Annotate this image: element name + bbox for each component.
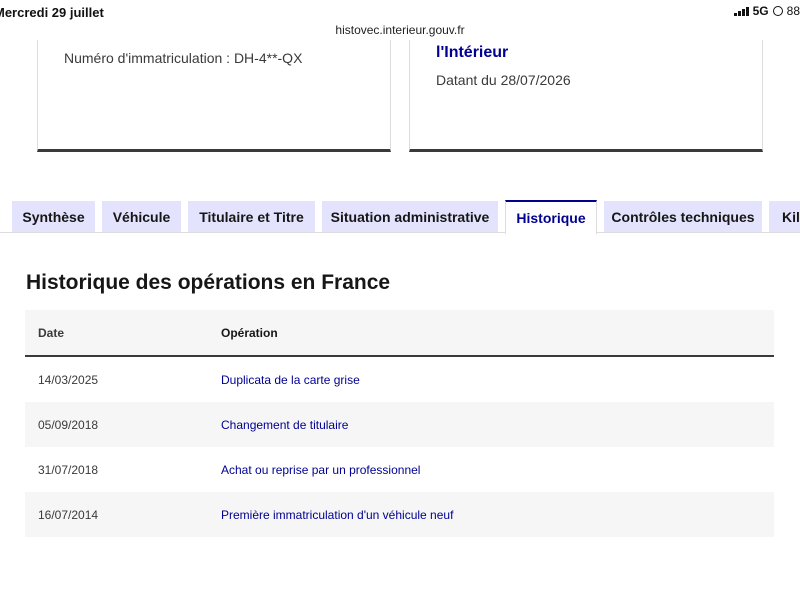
row-operation: Duplicata de la carte grise	[221, 372, 360, 387]
tab-titulaire-titre[interactable]: Titulaire et Titre	[188, 201, 315, 232]
status-time: Mercredi 29 juillet	[0, 5, 104, 20]
column-header-date: Date	[25, 310, 221, 357]
column-header-operation: Opération	[221, 310, 774, 357]
tab-bar: Synthèse Véhicule Titulaire et Titre Sit…	[0, 200, 800, 234]
battery-percent: 88	[786, 4, 800, 18]
report-date: Datant du 28/07/2026	[436, 72, 571, 88]
authority-name: l'Intérieur	[436, 44, 509, 61]
table-row: 31/07/2018 Achat ou reprise par un profe…	[25, 447, 774, 492]
network-label: 5G	[752, 4, 769, 18]
tab-kilometrage[interactable]: Kilo	[769, 201, 800, 232]
status-indicators: 5G 88	[733, 4, 800, 18]
row-operation: Changement de titulaire	[221, 417, 349, 432]
tab-synthese[interactable]: Synthèse	[12, 201, 95, 232]
tab-vehicule[interactable]: Véhicule	[102, 201, 181, 232]
table-row: 05/09/2018 Changement de titulaire	[25, 402, 774, 447]
row-date: 31/07/2018	[38, 462, 99, 477]
address-bar[interactable]: histovec.interieur.gouv.fr	[0, 23, 800, 37]
row-date: 16/07/2014	[38, 507, 99, 522]
row-date: 14/03/2025	[38, 372, 99, 387]
tab-controles-techniques[interactable]: Contrôles techniques	[604, 201, 762, 232]
rotation-lock-icon	[772, 6, 783, 16]
tab-situation-administrative[interactable]: Situation administrative	[322, 201, 498, 232]
history-table: Date Opération 14/03/2025 Duplicata de l…	[25, 310, 774, 537]
signal-icon	[733, 6, 749, 16]
row-operation: Première immatriculation d'un véhicule n…	[221, 507, 454, 522]
row-date: 05/09/2018	[38, 417, 99, 432]
registration-number: Numéro d'immatriculation : DH-4**-QX	[64, 50, 303, 66]
table-row: 16/07/2014 Première immatriculation d'un…	[25, 492, 774, 537]
status-bar: Mercredi 29 juillet 5G 88	[0, 0, 800, 24]
table-row: 14/03/2025 Duplicata de la carte grise	[25, 356, 774, 402]
report-card: l'Intérieur Datant du 28/07/2026	[409, 40, 763, 152]
registration-card: Numéro d'immatriculation : DH-4**-QX	[37, 40, 391, 152]
row-operation: Achat ou reprise par un professionnel	[221, 462, 421, 477]
table-header-row: Date Opération	[25, 310, 774, 357]
tab-historique[interactable]: Historique	[505, 200, 597, 234]
section-title: Historique des opérations en France	[26, 271, 391, 294]
